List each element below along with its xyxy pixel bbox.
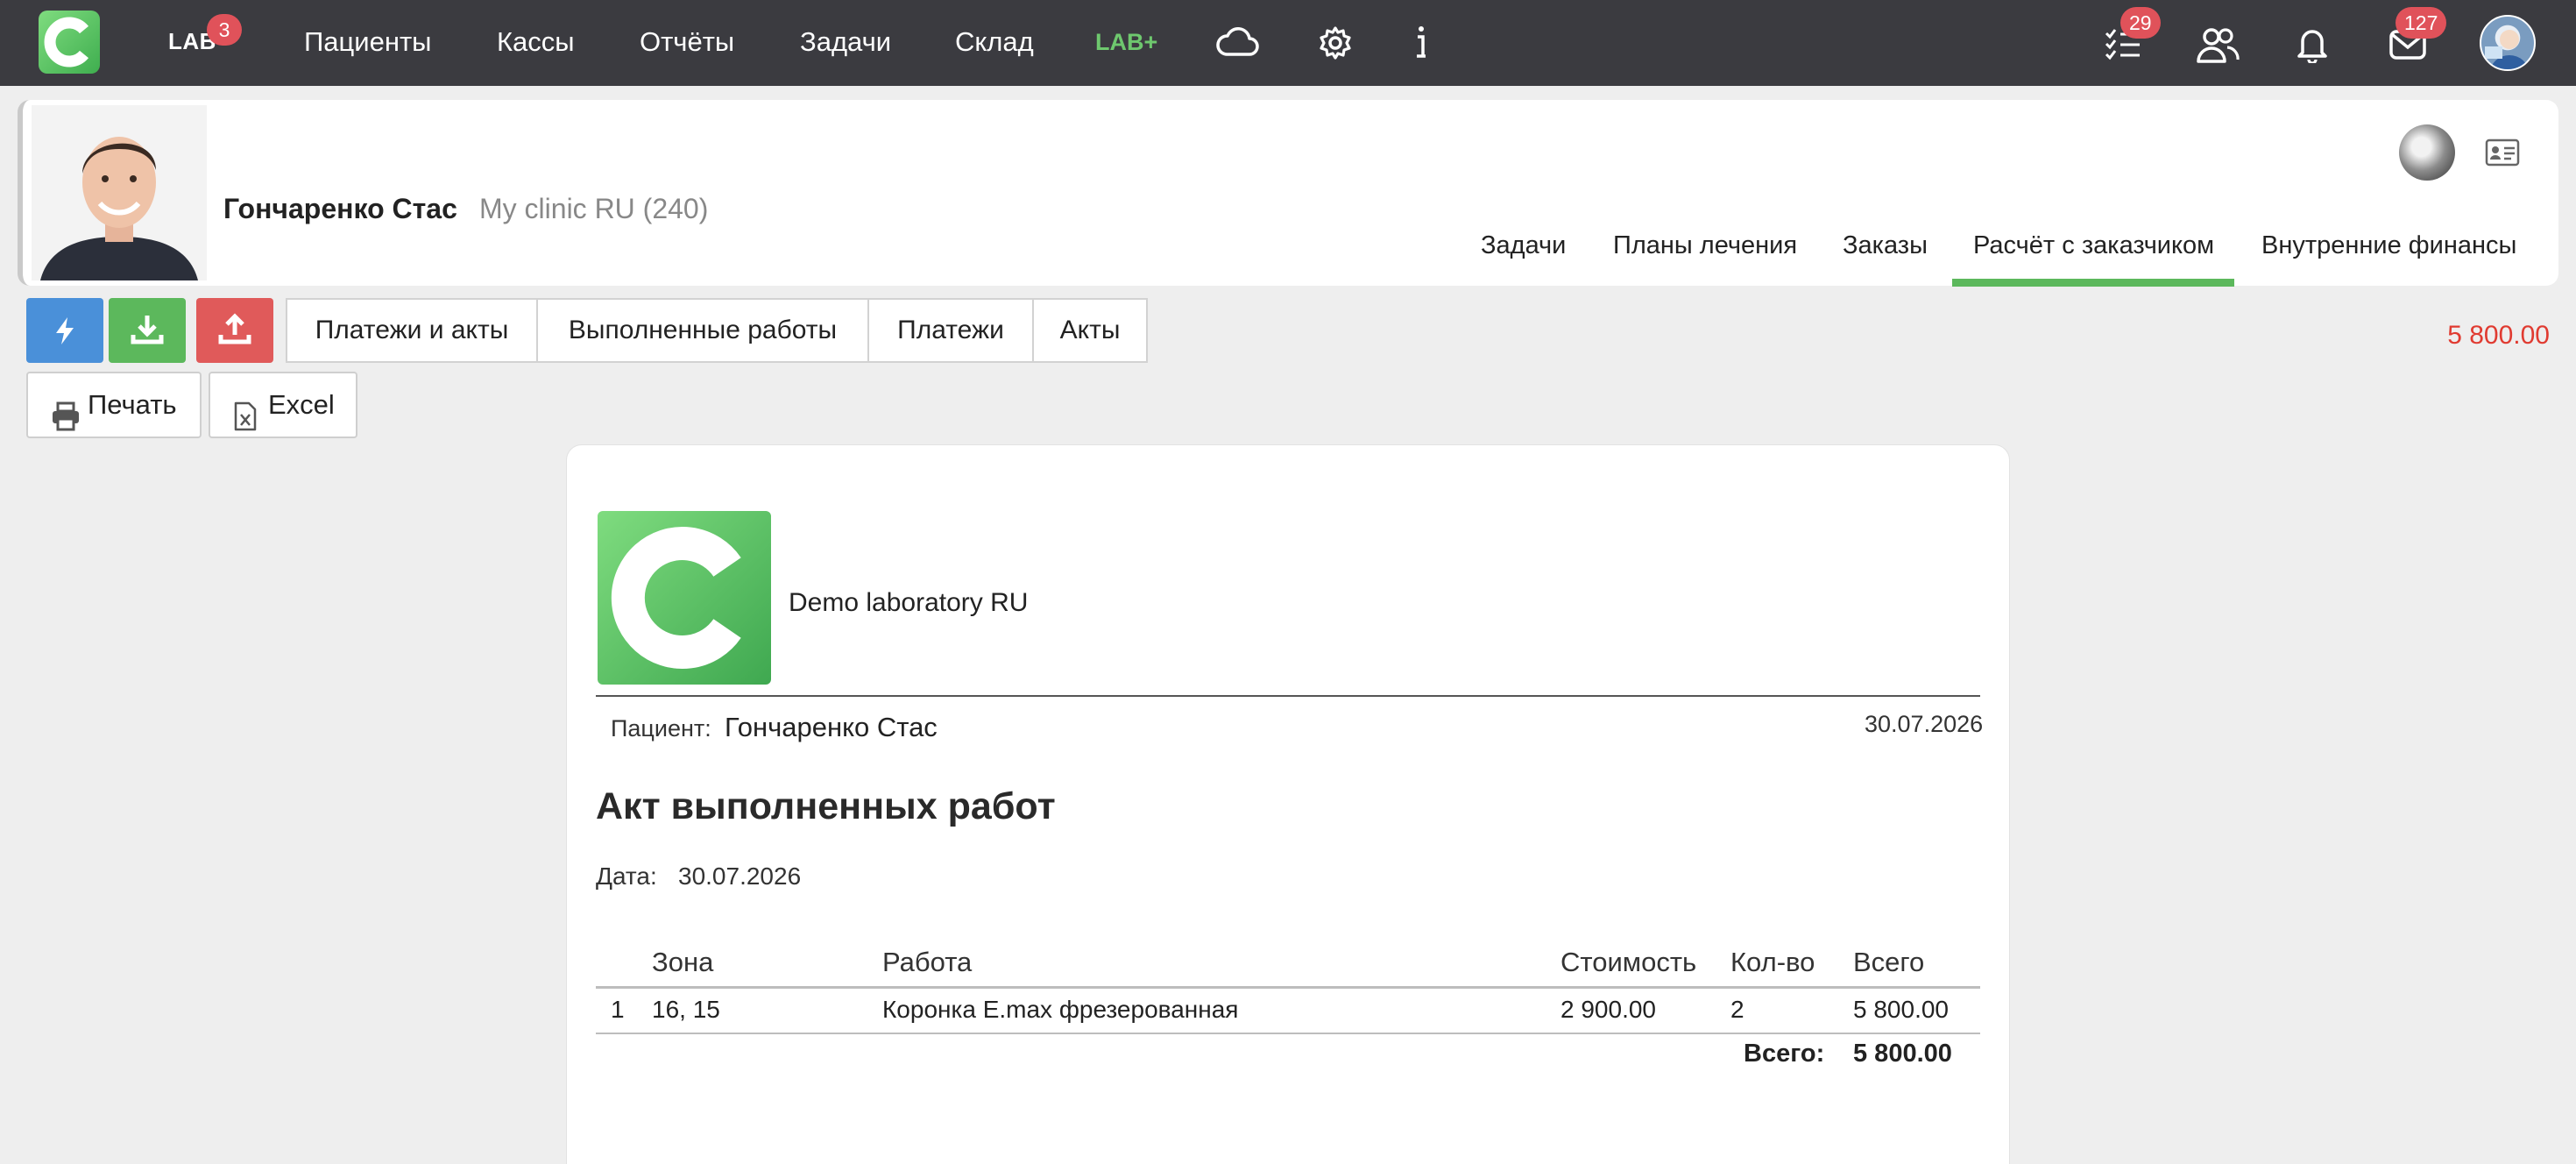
table-header-divider <box>596 986 1980 989</box>
user-avatar[interactable] <box>2480 15 2536 71</box>
tab-tasks[interactable]: Задачи <box>1481 231 1566 260</box>
grand-total-label: Всего: <box>1744 1040 1825 1068</box>
excel-button[interactable]: Excel <box>209 372 357 438</box>
active-tab-indicator <box>1952 279 2234 287</box>
info-icon[interactable] <box>1411 25 1432 66</box>
table-body-divider <box>596 1033 1980 1034</box>
col-qty: Кол-во <box>1730 947 1815 977</box>
row-total: 5 800.00 <box>1853 996 1949 1023</box>
nav-labplus[interactable]: LAB+ <box>1095 29 1157 56</box>
row-work: Коронка E.max фрезерованная <box>882 996 1239 1023</box>
filter-acts[interactable]: Акты <box>1032 298 1148 363</box>
laboratory-logo <box>598 511 771 685</box>
tab-treatment-plans[interactable]: Планы лечения <box>1613 231 1797 260</box>
doctor-avatar[interactable] <box>2399 124 2455 181</box>
tab-orders[interactable]: Заказы <box>1843 231 1928 260</box>
filter-completed-works[interactable]: Выполненные работы <box>536 298 869 363</box>
patient-label: Пациент: <box>611 715 711 742</box>
row-number: 1 <box>611 996 625 1023</box>
quick-action-button[interactable] <box>26 298 103 363</box>
upload-icon <box>218 313 251 344</box>
nav-tasks[interactable]: Задачи <box>800 26 891 58</box>
top-navbar: LAB 3 Пациенты Кассы Отчёты Задачи Склад… <box>0 0 2576 86</box>
clinic-name[interactable]: My clinic RU (240) <box>479 193 708 225</box>
nav-patients[interactable]: Пациенты <box>304 26 431 58</box>
patient-photo <box>32 105 207 280</box>
nav-reports[interactable]: Отчёты <box>640 26 734 58</box>
download-icon <box>131 316 164 344</box>
app-logo[interactable] <box>39 11 100 74</box>
print-label: Печать <box>88 389 177 420</box>
row-price: 2 900.00 <box>1560 996 1656 1023</box>
filter-payments[interactable]: Платежи <box>867 298 1034 363</box>
col-price: Стоимость <box>1560 947 1697 977</box>
id-card-icon[interactable] <box>2485 138 2520 171</box>
print-button[interactable]: Печать <box>26 372 202 438</box>
cloud-icon[interactable] <box>1214 25 1260 64</box>
filter-payments-acts[interactable]: Платежи и акты <box>286 298 538 363</box>
laboratory-name: Demo laboratory RU <box>789 588 1029 617</box>
grand-total-value: 5 800.00 <box>1853 1040 1952 1068</box>
header-divider <box>596 695 1980 697</box>
col-work: Работа <box>882 947 973 977</box>
lab-badge: 3 <box>207 14 242 46</box>
gear-icon[interactable] <box>1317 25 1354 66</box>
col-total: Всего <box>1853 947 1925 977</box>
row-zone: 16, 15 <box>652 996 720 1023</box>
lightning-icon <box>56 317 74 344</box>
document-patient-name: Гончаренко Стас <box>725 712 938 742</box>
excel-label: Excel <box>268 389 335 420</box>
tab-customer-settlement[interactable]: Расчёт с заказчиком <box>1973 231 2214 260</box>
document-header-date: 30.07.2026 <box>1865 711 1984 737</box>
printer-icon <box>51 391 81 454</box>
row-qty: 2 <box>1730 996 1744 1023</box>
excel-file-icon <box>233 391 258 454</box>
expense-button[interactable] <box>196 298 273 363</box>
tasks-badge: 29 <box>2120 7 2161 39</box>
date-value: 30.07.2026 <box>678 862 802 890</box>
nav-warehouse[interactable]: Склад <box>955 26 1034 58</box>
mail-badge: 127 <box>2396 7 2447 39</box>
users-icon[interactable] <box>2196 26 2240 67</box>
date-label: Дата: <box>596 862 657 890</box>
document-title: Акт выполненных работ <box>596 785 1056 827</box>
tab-internal-finance[interactable]: Внутренние финансы <box>2261 231 2516 260</box>
col-zone: Зона <box>652 947 714 977</box>
income-button[interactable] <box>109 298 186 363</box>
balance-amount: 5 800.00 <box>2447 321 2550 350</box>
nav-cash[interactable]: Кассы <box>497 26 575 58</box>
bell-icon[interactable] <box>2296 25 2329 67</box>
patient-name[interactable]: Гончаренко Стас <box>223 193 457 225</box>
